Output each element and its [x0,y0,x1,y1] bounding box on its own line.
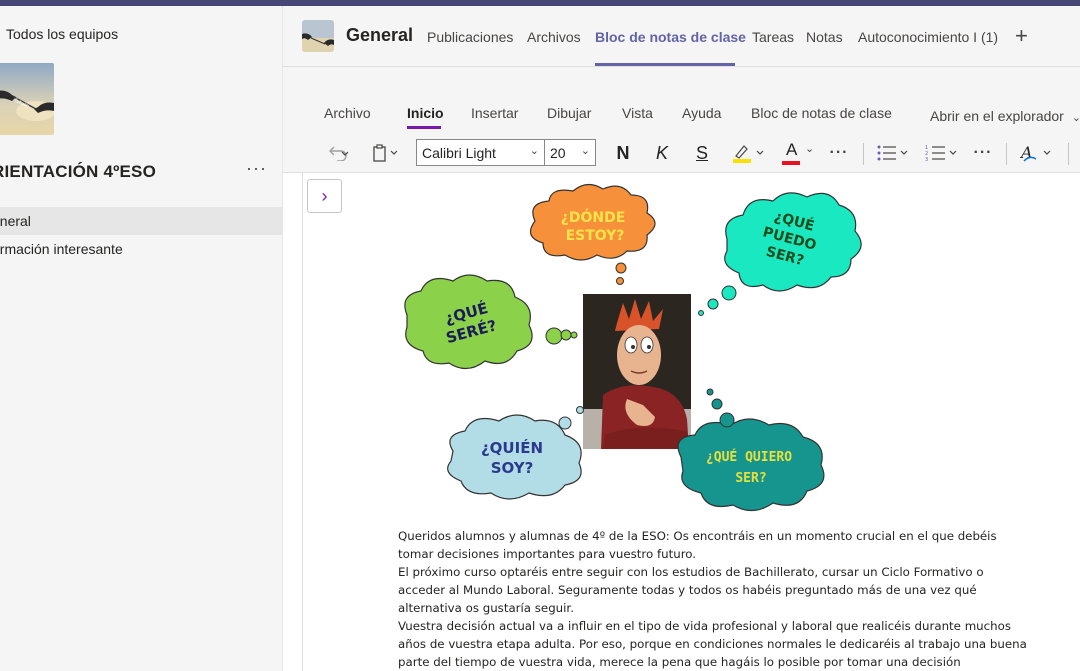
bullet-list-icon [877,145,908,161]
more-options-icon[interactable]: ··· [826,139,852,167]
ribbon-tab-inicio[interactable]: Inicio [407,105,444,121]
more-options-icon[interactable]: ··· [970,139,996,167]
main-content: General Publicaciones Archivos Bloc de n… [283,6,1080,671]
cloud-que-puedo-ser: ¿QUÉ PUEDO SER? [698,192,862,316]
ribbon-tab-vista[interactable]: Vista [622,105,653,121]
text-style-icon: A [1020,143,1051,162]
cloud-text: ¿QUIÉN [481,438,543,457]
italic-button[interactable]: K [649,139,675,167]
paragraph: El próximo curso optaréis entre seguir c… [398,565,984,615]
undo-icon [329,146,349,161]
font-color-swatch [782,161,800,165]
toolbar-separator [863,143,864,165]
cloud-text: ¿DÓNDE [561,208,626,226]
team-more-options-icon[interactable]: ··· [246,158,267,179]
cloud-text: ¿QUÉ QUIERO [706,449,792,465]
add-tab-icon[interactable]: + [1015,23,1028,49]
paragraph: Queridos alumnos y alumnas de 4º de la E… [398,529,997,561]
tab-publicaciones[interactable]: Publicaciones [427,29,513,45]
cloud-quien-soy: ¿QUIÉN SOY? [447,406,584,500]
formatting-toolbar: Calibri Light ⌄ 20 ⌄ N K S A ⌄ ··· 123 ·… [283,133,1080,173]
font-size-select[interactable]: 20 ⌄ [544,139,596,166]
channel-label: ormación interesante [0,241,123,257]
ribbon-tab-insertar[interactable]: Insertar [471,105,518,121]
cloud-que-sere: ¿QUÉ SERÉ? [404,274,578,370]
toolbar-separator [1068,143,1069,165]
bold-button[interactable]: N [610,139,636,167]
channel-item-general[interactable]: eneral [0,207,282,235]
font-color-letter: A [786,140,798,159]
font-size-value: 20 [550,144,566,161]
cloud-donde-estoy: ¿DÓNDE ESTOY? [529,183,656,285]
chevron-down-icon: ⌄ [529,145,539,157]
channel-avatar [302,20,334,52]
tab-tareas[interactable]: Tareas [752,29,794,45]
svg-text:3: 3 [925,157,928,162]
cloud-text: SER? [735,471,766,486]
channel-item-informacion[interactable]: ormación interesante [0,235,282,263]
ribbon-tab-ayuda[interactable]: Ayuda [682,105,721,121]
ribbon-tab-bloc[interactable]: Bloc de notas de clase [751,105,892,121]
numbered-list-icon: 123 [925,145,957,162]
open-in-explorer-label: Abrir en el explorador [930,108,1064,124]
active-tab-indicator [595,63,735,66]
bullets-button[interactable] [875,139,915,167]
channel-label: eneral [0,213,31,229]
paragraph: Vuestra decisión actual va a influir en … [398,619,1027,669]
back-to-teams-link[interactable]: Todos los equipos [6,26,118,42]
font-color-button[interactable]: A ⌄ [778,139,820,167]
underline-button[interactable]: S [689,139,715,167]
thinking-character-image [583,294,691,449]
styles-button[interactable]: A [1019,139,1059,167]
tab-autoconocimiento[interactable]: Autoconocimiento I (1) [858,29,998,45]
highlight-button[interactable] [729,139,771,167]
team-name: RIENTACIÓN 4ºESO [0,162,157,181]
tab-notas[interactable]: Notas [806,29,843,45]
team-avatar: future [0,63,54,135]
channel-title: General [346,25,414,45]
active-ribbon-indicator [407,126,441,129]
cloud-que-quiero-ser: ¿QUÉ QUIERO SER? [677,388,825,512]
undo-button[interactable] [318,139,358,167]
clipboard-button[interactable] [367,139,405,167]
font-name-select[interactable]: Calibri Light ⌄ [416,139,545,166]
ribbon-tabs: Archivo Inicio Insertar Dibujar Vista Ay… [283,67,1080,133]
ribbon-tab-dibujar[interactable]: Dibujar [547,105,591,121]
back-label: Todos los equipos [6,26,119,42]
tab-bloc-de-notas[interactable]: Bloc de notas de clase [595,29,746,45]
chevron-down-icon: ⌄ [805,143,815,155]
toolbar-separator [1006,143,1007,165]
notebook-page: › ¿DÓNDE ESTOY? ¿QUÉ PUEDO SER? ¿QUÉ SER… [302,173,1080,671]
cloud-text: SOY? [491,459,534,477]
cloud-text: ESTOY? [566,228,625,244]
open-in-explorer-button[interactable]: Abrir en el explorador ⌄ [930,108,1080,124]
clipboard-icon [373,144,398,162]
illustration: ¿DÓNDE ESTOY? ¿QUÉ PUEDO SER? ¿QUÉ SERÉ?… [404,183,862,512]
chevron-down-icon: ⌄ [1071,112,1080,124]
page-body-text[interactable]: Queridos alumnos y alumnas de 4º de la E… [398,527,1028,671]
team-sidebar: Todos los equipos future RIENTACIÓN 4ºES… [0,6,283,671]
tab-archivos[interactable]: Archivos [527,29,581,45]
chevron-down-icon: ⌄ [580,145,590,157]
font-name-value: Calibri Light [422,144,496,161]
ribbon-tab-archivo[interactable]: Archivo [324,105,371,121]
numbering-button[interactable]: 123 [924,139,964,167]
channel-header: General Publicaciones Archivos Bloc de n… [283,6,1080,67]
highlighter-icon [733,145,764,163]
